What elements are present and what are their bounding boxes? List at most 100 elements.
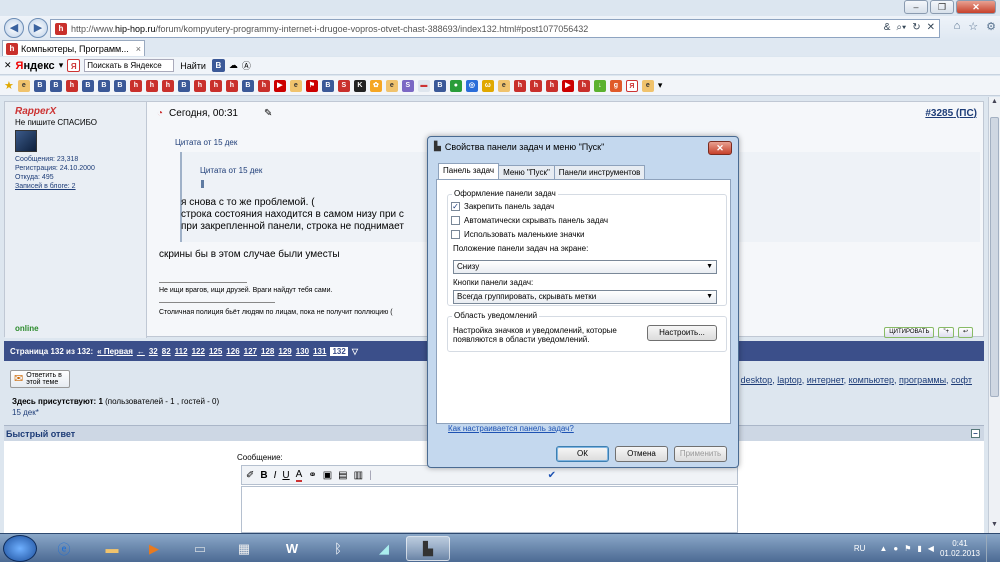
home-icon[interactable]: ⌂ bbox=[954, 20, 961, 33]
vk-icon[interactable]: B bbox=[49, 79, 62, 92]
checkbox-checked[interactable]: ✓ bbox=[451, 202, 460, 211]
eraser-icon[interactable]: ✐ bbox=[246, 470, 254, 481]
vk-icon[interactable]: B bbox=[241, 79, 254, 92]
page-icon[interactable]: e bbox=[641, 79, 654, 92]
word-icon[interactable]: W bbox=[270, 536, 314, 561]
bluetooth-icon[interactable]: ᛒ bbox=[316, 536, 360, 561]
hiphop-icon[interactable]: h bbox=[129, 79, 142, 92]
stop-icon[interactable]: ✕ bbox=[927, 22, 935, 33]
calculator-icon[interactable]: ▦ bbox=[222, 536, 266, 561]
vk-icon[interactable]: B bbox=[177, 79, 190, 92]
small-icons-checkbox[interactable]: Использовать маленькие значки bbox=[451, 230, 585, 239]
refresh-icon[interactable]: ↻ bbox=[912, 22, 920, 33]
spellcheck-icon[interactable]: ✔ bbox=[548, 470, 556, 481]
k-icon[interactable]: K bbox=[353, 79, 366, 92]
ru-flag-icon[interactable]: ▬ bbox=[417, 79, 430, 92]
quote-header-outer[interactable]: Цитата от 15 дек bbox=[175, 138, 237, 147]
s-icon[interactable]: S bbox=[401, 79, 414, 92]
tag-link[interactable]: компьютер bbox=[849, 375, 894, 385]
message-textarea[interactable] bbox=[241, 486, 738, 533]
signal-icon[interactable]: ▮ bbox=[917, 544, 921, 553]
page-icon[interactable]: e bbox=[17, 79, 30, 92]
toolbar-close-icon[interactable]: ✕ bbox=[4, 60, 12, 71]
page-icon[interactable]: e bbox=[385, 79, 398, 92]
hiphop-icon[interactable]: h bbox=[545, 79, 558, 92]
scroll-down-icon[interactable]: ▼ bbox=[989, 521, 1000, 532]
hiphop-icon[interactable]: h bbox=[529, 79, 542, 92]
ie-icon[interactable]: ⓔ bbox=[42, 536, 86, 561]
pager-prev[interactable]: ← bbox=[137, 347, 145, 356]
tag-link[interactable]: laptop bbox=[777, 375, 802, 385]
media-icon[interactable]: ▤ bbox=[338, 470, 347, 481]
youtube-icon[interactable]: ▶ bbox=[561, 79, 574, 92]
hiphop-icon[interactable]: h bbox=[257, 79, 270, 92]
font-color-button[interactable]: A bbox=[295, 469, 303, 482]
favorites-star-icon[interactable]: ☆ bbox=[968, 20, 978, 33]
pager-page[interactable]: 131 bbox=[313, 347, 326, 356]
translate-icon[interactable]: Ⓐ bbox=[242, 59, 251, 72]
hiphop-icon[interactable]: h bbox=[513, 79, 526, 92]
post-number-link[interactable]: #3285 (ПС) bbox=[925, 108, 977, 119]
hiphop-icon[interactable]: h bbox=[209, 79, 222, 92]
speaker-icon[interactable]: ◀ bbox=[928, 544, 934, 553]
yandex-logo[interactable]: Яндекс bbox=[16, 60, 55, 72]
cancel-button[interactable]: Отмена bbox=[615, 446, 668, 462]
back-button[interactable]: ◀ bbox=[4, 18, 24, 38]
globe-icon[interactable]: ● bbox=[449, 79, 462, 92]
find-button[interactable]: Найти bbox=[178, 61, 208, 71]
language-indicator[interactable]: RU bbox=[854, 544, 866, 553]
reply-icon-button[interactable]: ↩ bbox=[957, 327, 973, 338]
underline-button[interactable]: U bbox=[282, 470, 289, 481]
tab-forum[interactable]: h Компьютеры, Программ... × bbox=[2, 40, 145, 56]
avatar[interactable] bbox=[15, 130, 37, 152]
bold-button[interactable]: B bbox=[260, 470, 267, 481]
start-button[interactable] bbox=[3, 535, 37, 562]
g-icon[interactable]: g bbox=[609, 79, 622, 92]
tab-start-menu[interactable]: Меню "Пуск" bbox=[498, 165, 555, 179]
compat-icon[interactable]: & bbox=[884, 22, 891, 33]
search-icon[interactable]: ⌕▾ bbox=[896, 22, 906, 33]
tab-toolbars[interactable]: Панели инструментов bbox=[553, 165, 646, 179]
tab-close-icon[interactable]: × bbox=[136, 44, 141, 54]
yandex-y-icon[interactable]: Я bbox=[67, 59, 81, 72]
download-icon[interactable]: ↓ bbox=[593, 79, 606, 92]
favorites-star-icon[interactable]: ★ bbox=[4, 79, 14, 92]
apply-button[interactable]: Применить bbox=[674, 446, 727, 462]
image-icon[interactable]: ▣ bbox=[323, 470, 332, 481]
weather-icon[interactable]: ☁ bbox=[229, 60, 238, 71]
vk-icon[interactable]: B bbox=[113, 79, 126, 92]
checkbox-unchecked[interactable] bbox=[451, 230, 460, 239]
pager-page[interactable]: 32 bbox=[149, 347, 158, 356]
vk-icon[interactable]: B bbox=[81, 79, 94, 92]
pager-page[interactable]: 126 bbox=[226, 347, 239, 356]
scroll-up-icon[interactable]: ▲ bbox=[989, 98, 1000, 109]
pager-page[interactable]: 112 bbox=[175, 347, 188, 356]
hiphop-icon[interactable]: h bbox=[161, 79, 174, 92]
page-icon[interactable]: e bbox=[289, 79, 302, 92]
hiphop-icon[interactable]: h bbox=[225, 79, 238, 92]
present-user-link[interactable]: 15 дек* bbox=[12, 408, 39, 417]
hiphop-icon[interactable]: h bbox=[193, 79, 206, 92]
pager-page[interactable]: 125 bbox=[209, 347, 222, 356]
chevron-down-icon[interactable]: ▾ bbox=[658, 80, 663, 91]
pager-page[interactable]: 130 bbox=[296, 347, 309, 356]
dialog-close-button[interactable]: ✕ bbox=[708, 141, 732, 155]
tag-link[interactable]: софт bbox=[951, 375, 972, 385]
chevron-down-icon[interactable]: ▽ bbox=[352, 347, 358, 356]
close-window-button[interactable]: ✕ bbox=[956, 0, 996, 14]
flower-icon[interactable]: ✿ bbox=[369, 79, 382, 92]
link-icon[interactable]: ⚭ bbox=[308, 470, 316, 481]
vk-icon[interactable]: B bbox=[33, 79, 46, 92]
flag-icon[interactable]: ⚑ bbox=[305, 79, 318, 92]
folder-icon[interactable]: ▬ bbox=[90, 536, 134, 561]
tag-link[interactable]: интернет bbox=[807, 375, 844, 385]
quote-header-inner[interactable]: Цитата от 15 дек bbox=[200, 166, 262, 175]
tag-link[interactable]: программы bbox=[899, 375, 946, 385]
pager-page[interactable]: 128 bbox=[261, 347, 274, 356]
show-desktop-button[interactable] bbox=[986, 534, 996, 562]
collapse-button[interactable]: – bbox=[971, 429, 980, 438]
autohide-checkbox[interactable]: Автоматически скрывать панель задач bbox=[451, 216, 608, 225]
notepad-icon[interactable]: ◢ bbox=[362, 536, 406, 561]
multiquote-button[interactable]: ”+ bbox=[938, 327, 954, 338]
dropdown-arrow-icon[interactable]: ▾ bbox=[59, 60, 64, 71]
